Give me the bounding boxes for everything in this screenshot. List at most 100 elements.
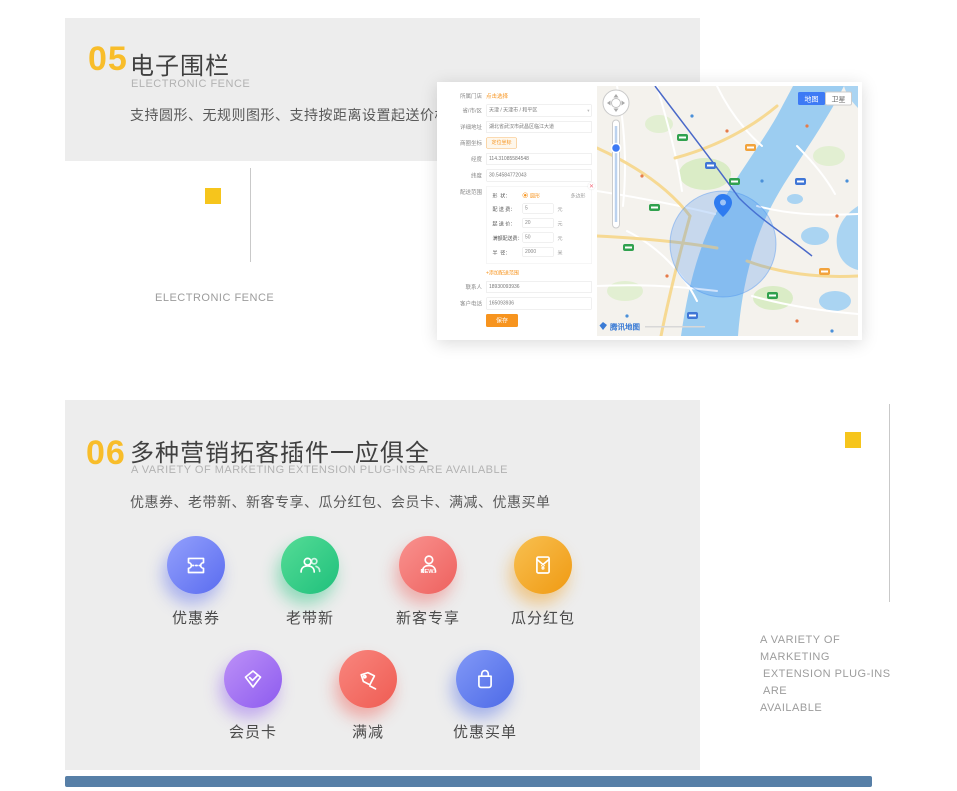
fence-form: 所属门店 点击选择 省/市/区 天津 / 天津市 / 和平区 ▾ 详细地址 湖北省… bbox=[437, 88, 597, 340]
radius-row: 半 径： 2000 米 bbox=[493, 247, 586, 257]
contact-row: 联系人 18930093936 bbox=[440, 281, 597, 293]
add-range-link: +添加配送范围 bbox=[486, 269, 597, 277]
shape-label: 形 状： bbox=[493, 192, 523, 200]
discount-tag-icon bbox=[339, 650, 397, 708]
fee-input: 5 bbox=[523, 204, 554, 214]
range-label: 配送范围 bbox=[440, 186, 486, 196]
range-panel: ✕ 形 状： 圆形 多边形 配 送 费： 5 元 bbox=[486, 186, 592, 264]
plugin-label: 优惠买单 bbox=[433, 721, 537, 742]
plugin-label: 满减 bbox=[316, 721, 420, 742]
yellow-square-decoration bbox=[205, 188, 221, 204]
section-05-description: 支持圆形、无规则图形、支持按距离设置起送价格 bbox=[130, 105, 449, 125]
shape-row: 形 状： 圆形 多边形 bbox=[493, 192, 586, 200]
park-area bbox=[607, 281, 643, 301]
park-area bbox=[813, 146, 845, 166]
section-06-subtitle: A VARIETY OF MARKETING EXTENSION PLUG-IN… bbox=[131, 464, 508, 476]
plugin-membership: 会员卡 bbox=[201, 650, 305, 742]
lake bbox=[819, 291, 851, 311]
map-marker-dot bbox=[720, 200, 726, 206]
latitude-label: 纬度 bbox=[440, 172, 486, 180]
lake bbox=[801, 227, 829, 245]
marketing-page: 05 电子围栏 ELECTRONIC FENCE 支持圆形、无规则图形、支持按距… bbox=[0, 0, 957, 791]
park-area bbox=[679, 158, 731, 190]
latitude-input: 30.54584772043 bbox=[486, 170, 592, 182]
new-badge-text: NEW. bbox=[421, 569, 436, 575]
yuan-symbol: ¥ bbox=[541, 563, 546, 572]
section-05-number: 05 bbox=[88, 40, 128, 79]
section-05-title: 电子围栏 bbox=[130, 46, 230, 81]
map-view: 地图 卫星 腾讯地图 bbox=[597, 86, 858, 336]
locate-button: 定位坐标 bbox=[486, 138, 517, 149]
region-row: 省/市/区 天津 / 天津市 / 和平区 ▾ bbox=[440, 105, 597, 117]
full-fee-row: 满额配送费： 50 元 bbox=[493, 233, 586, 243]
min-order-input: 20 bbox=[523, 218, 554, 228]
address-input: 湖北省武汉市武昌区临江大道 bbox=[486, 121, 592, 133]
plugin-label: 新客专享 bbox=[376, 607, 480, 628]
yellow-square-decoration bbox=[845, 432, 861, 448]
radius-input: 2000 bbox=[523, 247, 554, 257]
save-button: 保存 bbox=[486, 314, 518, 327]
region-value: 天津 / 天津市 / 和平区 bbox=[489, 108, 537, 114]
address-label: 详细地址 bbox=[440, 123, 486, 131]
plugin-coupon: 优惠券 bbox=[144, 536, 248, 628]
address-row: 详细地址 湖北省武汉市武昌区临江大道 bbox=[440, 121, 597, 133]
side-label-line: A VARIETY OF MARKETING bbox=[760, 632, 905, 666]
plugin-full-discount: 满减 bbox=[316, 650, 420, 742]
vertical-divider bbox=[250, 168, 251, 262]
side-label-line: AVAILABLE bbox=[760, 700, 905, 717]
plugin-label: 老带新 bbox=[258, 607, 362, 628]
fee-row: 配 送 费： 5 元 bbox=[493, 204, 586, 214]
radius-unit: 米 bbox=[558, 248, 563, 256]
full-fee-label: 满额配送费： bbox=[493, 234, 523, 242]
plugin-new-customer: NEW. 新客专享 bbox=[376, 536, 480, 628]
plugin-checkout: 优惠买单 bbox=[433, 650, 537, 742]
section-06-tagline: 优惠券、老带新、新客专享、瓜分红包、会员卡、满减、优惠买单 bbox=[130, 492, 551, 512]
phone-input: 165093936 bbox=[486, 298, 592, 310]
store-label: 所属门店 bbox=[440, 92, 486, 100]
plugin-red-packet: ¥ 瓜分红包 bbox=[491, 536, 595, 628]
section-06-number: 06 bbox=[86, 434, 126, 473]
min-order-row: 起 送 价： 20 元 bbox=[493, 218, 586, 228]
min-order-unit: 元 bbox=[558, 219, 563, 227]
side-label-line: EXTENSION PLUG-INS ARE bbox=[760, 666, 905, 700]
chevron-down-icon: ▾ bbox=[587, 105, 589, 116]
store-select-link: 点击选择 bbox=[486, 92, 508, 100]
latitude-row: 纬度 30.54584772043 bbox=[440, 170, 597, 182]
full-fee-unit: 元 bbox=[558, 234, 563, 242]
new-customer-icon: NEW. bbox=[399, 536, 457, 594]
contact-label: 联系人 bbox=[440, 283, 486, 291]
satellite-toggle-label[interactable]: 卫星 bbox=[832, 96, 846, 104]
section-05-side-label: ELECTRONIC FENCE bbox=[155, 292, 274, 304]
longitude-input: 114.31085584548 bbox=[486, 153, 592, 165]
section-06-side-label: A VARIETY OF MARKETING EXTENSION PLUG-IN… bbox=[760, 632, 905, 717]
red-packet-icon: ¥ bbox=[514, 536, 572, 594]
shape-circle-option: 圆形 bbox=[530, 192, 540, 200]
map-canvas: 地图 卫星 腾讯地图 bbox=[597, 86, 858, 336]
fee-label: 配 送 费： bbox=[493, 205, 523, 213]
fee-unit: 元 bbox=[558, 205, 563, 213]
plugin-label: 瓜分红包 bbox=[491, 607, 595, 628]
plugin-referral: 老带新 bbox=[258, 536, 362, 628]
close-icon: ✕ bbox=[588, 183, 595, 190]
region-label: 省/市/区 bbox=[440, 107, 486, 115]
range-row: 配送范围 ✕ 形 状： 圆形 多边形 配 送 费： 5 元 bbox=[440, 186, 597, 264]
phone-row: 客户电话 165093936 bbox=[440, 298, 597, 310]
map-toggle-label[interactable]: 地图 bbox=[805, 95, 819, 104]
min-order-label: 起 送 价： bbox=[493, 219, 523, 227]
locate-row: 商圈坐标 定位坐标 bbox=[440, 138, 597, 149]
checkout-bag-icon bbox=[456, 650, 514, 708]
pan-control[interactable] bbox=[603, 90, 629, 116]
region-select: 天津 / 天津市 / 和平区 ▾ bbox=[486, 105, 592, 117]
section-06-title: 多种营销拓客插件一应俱全 bbox=[130, 433, 430, 468]
longitude-label: 经度 bbox=[440, 155, 486, 163]
contact-input: 18930093936 bbox=[486, 281, 592, 293]
radius-label: 半 径： bbox=[493, 248, 523, 256]
zoom-slider[interactable] bbox=[612, 120, 621, 228]
fence-app-screenshot: 所属门店 点击选择 省/市/区 天津 / 天津市 / 和平区 ▾ 详细地址 湖北省… bbox=[437, 82, 862, 340]
phone-label: 客户电话 bbox=[440, 300, 486, 308]
vertical-divider bbox=[889, 404, 890, 602]
coupon-icon bbox=[167, 536, 225, 594]
lake bbox=[787, 194, 803, 204]
map-type-toggle[interactable]: 地图 卫星 bbox=[798, 92, 852, 105]
footer-bar bbox=[65, 776, 872, 787]
